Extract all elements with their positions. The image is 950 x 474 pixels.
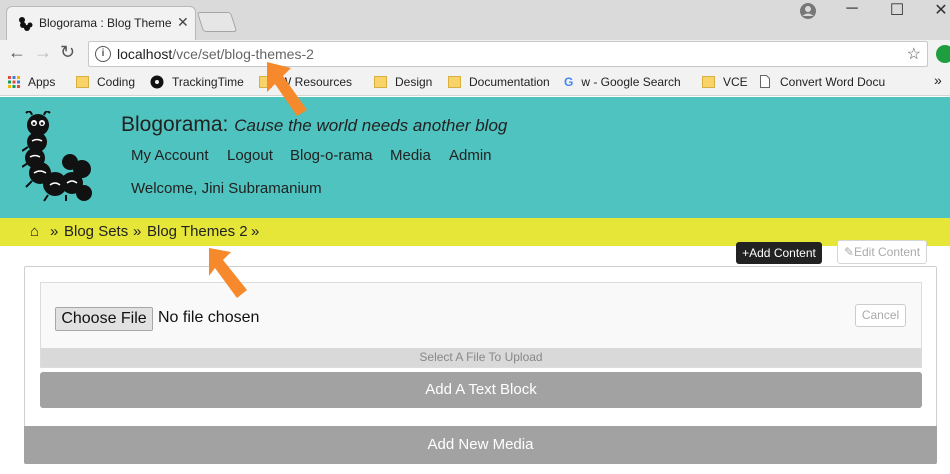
bookmark-convert-word[interactable]: Convert Word Docu <box>760 75 885 89</box>
bookmark-coding[interactable]: Coding <box>76 75 135 89</box>
breadcrumb-blog-sets[interactable]: Blog Sets <box>64 223 128 240</box>
breadcrumb-separator: » <box>251 223 260 240</box>
welcome-message: Welcome, Jini Subramanium <box>131 180 322 197</box>
browser-tab-strip: Blogorama : Blog Themes ✕ ─ ☐ ✕ <box>0 0 950 40</box>
site-header: Blogorama: Cause the world needs another… <box>0 97 950 218</box>
breadcrumb-separator: » <box>50 223 59 240</box>
minimize-icon[interactable]: ─ <box>837 0 867 18</box>
add-content-button[interactable]: +Add Content <box>736 242 822 264</box>
bookmark-star-icon[interactable]: ☆ <box>907 44 921 64</box>
folder-icon <box>76 76 89 88</box>
url-host: localhost <box>117 46 173 62</box>
tab-close-icon[interactable]: ✕ <box>177 14 189 31</box>
nav-blog-o-rama[interactable]: Blog-o-rama <box>290 147 373 164</box>
reload-icon[interactable]: ↻ <box>60 42 75 63</box>
window-close-icon[interactable]: ✕ <box>926 0 950 20</box>
folder-icon <box>374 76 387 88</box>
breadcrumb-separator: » <box>133 223 142 240</box>
caterpillar-favicon-icon <box>19 17 33 31</box>
site-title: Blogorama: Cause the world needs another… <box>121 113 508 136</box>
address-bar[interactable]: i localhost/vce/set/blog-themes-2 ☆ <box>88 41 928 67</box>
folder-icon <box>448 76 461 88</box>
bookmark-google-search[interactable]: Gw - Google Search <box>564 75 681 89</box>
apps-grid-icon <box>8 76 20 88</box>
caterpillar-logo-icon <box>22 111 92 202</box>
nav-media[interactable]: Media <box>390 147 431 164</box>
back-icon[interactable]: ← <box>8 42 26 63</box>
site-tagline: Cause the world needs another blog <box>234 116 508 135</box>
file-status-text: No file chosen <box>158 309 260 326</box>
new-tab-button[interactable] <box>196 12 238 32</box>
bookmarks-bar: Apps Coding TrackingTime W Resources Des… <box>0 68 950 96</box>
bookmark-apps[interactable]: Apps <box>8 75 55 89</box>
browser-toolbar: ← → ↻ i localhost/vce/set/blog-themes-2 … <box>0 40 950 68</box>
extension-icon[interactable] <box>936 45 950 63</box>
add-new-media-button[interactable]: Add New Media <box>24 426 937 464</box>
nav-logout[interactable]: Logout <box>227 147 273 164</box>
maximize-icon[interactable]: ☐ <box>882 0 912 20</box>
cancel-button[interactable]: Cancel <box>855 304 906 327</box>
add-text-block-button[interactable]: Add A Text Block <box>40 372 922 408</box>
tab-title: Blogorama : Blog Themes <box>39 16 171 30</box>
nav-admin[interactable]: Admin <box>449 147 492 164</box>
home-icon[interactable]: ⌂ <box>30 223 39 240</box>
trackingtime-icon <box>150 75 164 89</box>
annotation-arrow-breadcrumb-icon <box>209 248 247 298</box>
site-info-icon[interactable]: i <box>95 46 111 62</box>
edit-content-button[interactable]: ✎Edit Content <box>837 240 927 264</box>
forward-icon[interactable]: → <box>34 42 52 63</box>
choose-file-button[interactable]: Choose File <box>55 307 153 331</box>
page-icon <box>760 75 770 88</box>
bookmark-design[interactable]: Design <box>374 75 432 89</box>
breadcrumb-blog-themes-2[interactable]: Blog Themes 2 <box>147 223 248 240</box>
browser-tab[interactable]: Blogorama : Blog Themes ✕ <box>6 6 196 40</box>
bookmark-documentation[interactable]: Documentation <box>448 75 550 89</box>
annotation-arrow-url-icon <box>267 62 307 116</box>
nav-my-account[interactable]: My Account <box>131 147 209 164</box>
folder-icon <box>702 76 715 88</box>
bookmark-vce[interactable]: VCE <box>702 75 748 89</box>
bookmark-trackingtime[interactable]: TrackingTime <box>150 75 244 89</box>
profile-icon[interactable] <box>799 2 817 20</box>
google-icon: G <box>564 75 574 89</box>
upload-hint: Select A File To Upload <box>41 348 921 367</box>
bookmarks-overflow-icon[interactable]: » <box>934 72 942 88</box>
